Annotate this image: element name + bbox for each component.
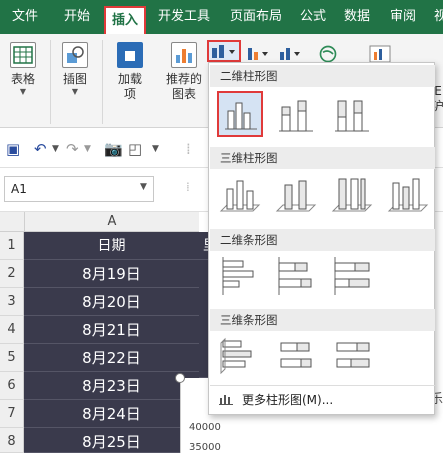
- select-all-corner[interactable]: [0, 212, 24, 232]
- clustered-column-icon: [225, 102, 257, 130]
- chart-y-tick: 35000: [189, 442, 221, 453]
- table-cell[interactable]: 8月21日: [24, 316, 199, 344]
- stacked-bar-icon: [278, 257, 312, 295]
- chevron-down-icon: ▼: [71, 87, 79, 96]
- pivot-chart-button[interactable]: [368, 44, 392, 64]
- separator-icon: ⁞: [186, 140, 191, 158]
- section-3d-bar: 三维条形图: [210, 309, 435, 331]
- shape-fill-icon[interactable]: ◰: [128, 140, 142, 158]
- row-header[interactable]: 1: [0, 232, 24, 260]
- row-header[interactable]: 2: [0, 260, 24, 288]
- stacked-100-bar-option[interactable]: [329, 253, 375, 299]
- recommended-chart-icon: [171, 42, 197, 68]
- tables-button[interactable]: 表格 ▼: [8, 42, 38, 96]
- column-chart-gallery: 二维柱形图 三维柱形图 二维条形图 三维条形图 更多柱形图(M)...: [208, 62, 435, 415]
- table-cell[interactable]: 8月23日: [24, 372, 199, 400]
- redo-dropdown-icon[interactable]: ▼: [84, 144, 91, 154]
- 3d-stacked-column-option[interactable]: [273, 171, 319, 217]
- chart-y-tick: 40000: [189, 422, 221, 433]
- stacked-100-bar-icon: [334, 257, 370, 295]
- tab-data[interactable]: 数据: [344, 0, 370, 34]
- clustered-column-option[interactable]: [217, 91, 263, 137]
- 3d-clustered-column-icon: [219, 180, 261, 212]
- recommended-label: 推荐的: [165, 72, 202, 86]
- addins-label: 加载: [117, 72, 142, 86]
- undo-icon[interactable]: ↶: [34, 140, 47, 158]
- more-column-charts-link[interactable]: 更多柱形图(M)...: [210, 385, 435, 413]
- 3d-clustered-column-option[interactable]: [217, 171, 263, 217]
- tab-page-layout[interactable]: 页面布局: [230, 0, 282, 34]
- column-header-a[interactable]: A: [24, 212, 199, 232]
- 3d-stacked-100-bar-option[interactable]: [329, 333, 375, 379]
- row-header[interactable]: 5: [0, 344, 24, 372]
- stacked-100-column-option[interactable]: [329, 91, 375, 137]
- statistic-chart-button[interactable]: [278, 44, 306, 64]
- row-header[interactable]: 4: [0, 316, 24, 344]
- 3d-stacked-100-column-icon: [331, 178, 373, 212]
- undo-dropdown-icon[interactable]: ▼: [52, 144, 59, 154]
- row-header[interactable]: 3: [0, 288, 24, 316]
- tab-home[interactable]: 开始: [64, 0, 90, 34]
- illustrations-label: 插图: [62, 72, 87, 86]
- addins-button[interactable]: 加载 项: [112, 42, 148, 102]
- 3d-column-option[interactable]: [385, 171, 431, 217]
- tab-review[interactable]: 审阅: [390, 0, 416, 34]
- 3d-stacked-bar-icon: [280, 342, 312, 368]
- illustrations-button[interactable]: 插图 ▼: [60, 42, 90, 96]
- store-icon: [117, 42, 143, 68]
- tab-insert[interactable]: 插入: [104, 6, 147, 34]
- save-icon[interactable]: ▣: [6, 140, 20, 158]
- row-header[interactable]: 6: [0, 372, 24, 400]
- section-3d-column: 三维柱形图: [210, 147, 435, 169]
- name-box[interactable]: A1: [4, 176, 154, 202]
- ribbon-tab-bar: 文件 开始 插入 开发工具 页面布局 公式 数据 审阅 视: [0, 0, 443, 34]
- table-cell[interactable]: 8月19日: [24, 260, 199, 288]
- table-cell[interactable]: 8月20日: [24, 288, 199, 316]
- stacked-column-icon: [279, 100, 313, 132]
- table-cell[interactable]: 8月22日: [24, 344, 199, 372]
- row-header[interactable]: 8: [0, 428, 24, 453]
- 3d-stacked-100-bar-icon: [336, 342, 370, 368]
- 3d-stacked-100-column-option[interactable]: [329, 171, 375, 217]
- line-chart-button[interactable]: [246, 44, 274, 64]
- recommended-charts-button[interactable]: 推荐的 图表: [164, 42, 204, 102]
- stacked-100-column-icon: [335, 100, 369, 132]
- clustered-bar-icon: [222, 257, 254, 295]
- stacked-column-option[interactable]: [273, 91, 319, 137]
- 3d-stacked-column-icon: [275, 180, 317, 212]
- table-cell-header[interactable]: 日期: [24, 232, 199, 260]
- chevron-down-icon: ▼: [19, 87, 27, 96]
- row-header[interactable]: 7: [0, 400, 24, 428]
- map-chart-button[interactable]: [316, 44, 340, 64]
- 3d-column-icon: [387, 178, 429, 212]
- addins-label-2: 项: [123, 87, 136, 101]
- column-chart-icon: [212, 45, 235, 58]
- stacked-bar-option[interactable]: [273, 253, 319, 299]
- tables-label: 表格: [10, 72, 35, 86]
- 3d-stacked-bar-option[interactable]: [273, 333, 319, 379]
- table-cell[interactable]: 8月24日: [24, 400, 199, 428]
- divider: [50, 40, 51, 124]
- customize-dropdown-icon[interactable]: ▼: [152, 144, 159, 154]
- 3d-clustered-bar-icon: [220, 337, 252, 375]
- recommended-label-2: 图表: [171, 87, 196, 101]
- camera-icon[interactable]: 📷: [104, 140, 123, 158]
- tab-developer[interactable]: 开发工具: [158, 0, 210, 34]
- divider: [102, 40, 103, 124]
- table-icon: [10, 42, 36, 68]
- tab-view[interactable]: 视: [434, 0, 443, 34]
- 3d-clustered-bar-option[interactable]: [217, 333, 263, 379]
- shapes-icon: [62, 42, 88, 68]
- chart-resize-handle[interactable]: [175, 373, 185, 383]
- tab-formulas[interactable]: 公式: [300, 0, 326, 34]
- section-2d-bar: 二维条形图: [210, 229, 435, 251]
- section-2d-column: 二维柱形图: [210, 65, 435, 87]
- table-cell[interactable]: 8月25日: [24, 428, 199, 453]
- redo-icon[interactable]: ↷: [66, 140, 79, 158]
- clustered-bar-option[interactable]: [217, 253, 263, 299]
- formula-bar-divider: ⁞: [186, 180, 190, 194]
- insert-column-chart-button[interactable]: [207, 40, 241, 62]
- name-box-dropdown-icon[interactable]: ▼: [140, 182, 147, 192]
- tab-file[interactable]: 文件: [12, 0, 38, 34]
